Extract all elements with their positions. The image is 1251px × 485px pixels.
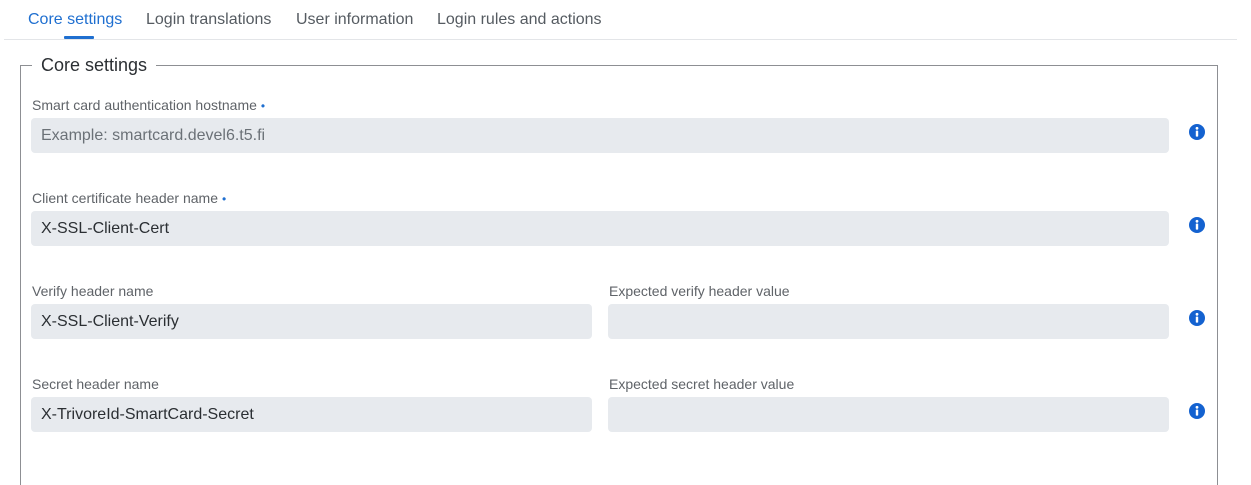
info-icon[interactable] <box>1189 124 1205 140</box>
tab-bar: Core settings Login translations User in… <box>4 0 1237 40</box>
required-indicator: • <box>260 99 266 113</box>
hostname-label-text: Smart card authentication hostname <box>32 97 257 113</box>
secret-header-input[interactable] <box>31 397 592 432</box>
section-title: Core settings <box>41 55 148 75</box>
cert-header-input[interactable] <box>31 211 1169 246</box>
required-indicator: • <box>222 192 227 206</box>
info-icon[interactable] <box>1189 310 1205 326</box>
expected-secret-input[interactable] <box>608 397 1169 432</box>
verify-header-label: Verify header name <box>32 283 154 299</box>
expected-secret-label: Expected secret header value <box>609 376 795 392</box>
tab-login-translations[interactable]: Login translations <box>146 11 271 29</box>
cert-header-label: Client certificate header name • <box>32 190 226 206</box>
expected-verify-input[interactable] <box>608 304 1169 339</box>
info-icon[interactable] <box>1189 217 1205 233</box>
info-icon[interactable] <box>1189 403 1205 419</box>
active-tab-indicator <box>64 36 94 39</box>
expected-verify-label: Expected verify header value <box>609 283 790 299</box>
hostname-input[interactable] <box>31 118 1169 153</box>
tab-user-information[interactable]: User information <box>296 11 413 29</box>
secret-header-label: Secret header name <box>32 376 159 392</box>
hostname-label: Smart card authentication hostname • <box>32 97 265 113</box>
verify-header-input[interactable] <box>31 304 592 339</box>
tab-login-rules-and-actions[interactable]: Login rules and actions <box>437 11 602 29</box>
cert-header-label-text: Client certificate header name <box>32 190 218 206</box>
tab-core-settings[interactable]: Core settings <box>28 11 122 29</box>
